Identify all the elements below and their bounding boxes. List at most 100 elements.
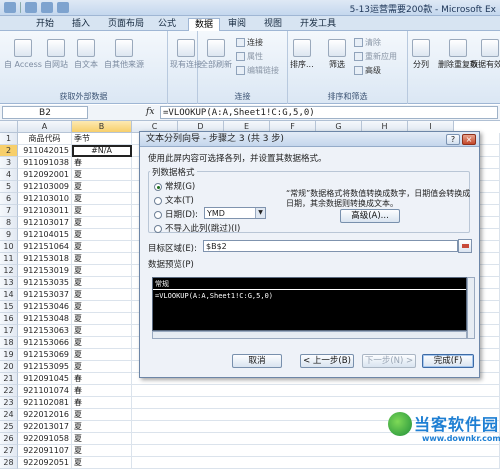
preview-horizontal-scrollbar[interactable] xyxy=(152,331,467,339)
row-header[interactable]: 1 xyxy=(0,133,18,145)
cell-product-code[interactable]: 912103011 xyxy=(18,205,72,217)
cell-season[interactable]: 夏 xyxy=(72,289,132,301)
cell-season[interactable]: 夏 xyxy=(72,217,132,229)
radio-skip-column[interactable]: 不导入此列(跳过)(I) xyxy=(154,222,240,234)
tab-data[interactable]: 数据 xyxy=(188,18,221,31)
row-header[interactable]: 24 xyxy=(0,409,18,421)
clear-button[interactable]: 清除 xyxy=(354,37,381,48)
column-header-b[interactable]: B xyxy=(72,121,132,133)
cell-season[interactable]: 夏 xyxy=(72,325,132,337)
cell-season[interactable]: 春 xyxy=(72,397,132,409)
row-header[interactable]: 7 xyxy=(0,205,18,217)
redo-icon[interactable] xyxy=(57,2,69,13)
cell-season[interactable]: 夏 xyxy=(72,229,132,241)
cell-season[interactable]: 春 xyxy=(72,157,132,169)
cell-season[interactable]: 夏 xyxy=(72,277,132,289)
cell-product-code[interactable]: 912153019 xyxy=(18,265,72,277)
cell-product-code[interactable]: 912153066 xyxy=(18,337,72,349)
row-header[interactable]: 5 xyxy=(0,181,18,193)
advanced-button[interactable]: 高级(A)... xyxy=(340,209,400,223)
row-header[interactable]: 28 xyxy=(0,457,18,469)
cell-empty[interactable] xyxy=(132,457,500,469)
undo-icon[interactable] xyxy=(41,2,53,13)
properties-button[interactable]: 属性 xyxy=(236,51,263,62)
tab-home[interactable]: 开始 xyxy=(30,18,60,31)
cell-product-code[interactable]: 912153035 xyxy=(18,277,72,289)
row-header[interactable]: 19 xyxy=(0,349,18,361)
cell-product-code[interactable]: 921101074 xyxy=(18,385,72,397)
radio-text[interactable]: 文本(T) xyxy=(154,194,194,206)
row-header[interactable]: 25 xyxy=(0,421,18,433)
cell-season[interactable]: 夏 xyxy=(72,193,132,205)
tab-review[interactable]: 审阅 xyxy=(222,18,252,31)
cell-season[interactable]: 夏 xyxy=(72,241,132,253)
row-header[interactable]: 21 xyxy=(0,373,18,385)
cell-season[interactable]: 夏 xyxy=(72,457,132,469)
row-header[interactable]: 10 xyxy=(0,241,18,253)
cell-product-code[interactable]: 922091107 xyxy=(18,445,72,457)
row-header[interactable]: 12 xyxy=(0,265,18,277)
tab-page-layout[interactable]: 页面布局 xyxy=(102,18,150,31)
row-header[interactable]: 18 xyxy=(0,337,18,349)
advanced-filter-button[interactable]: 高级 xyxy=(354,65,381,76)
row-header[interactable]: 26 xyxy=(0,433,18,445)
cell-empty[interactable] xyxy=(132,385,500,397)
from-access-button[interactable]: 自 Access xyxy=(4,39,42,70)
save-icon[interactable] xyxy=(25,2,37,13)
cell-product-code[interactable]: 912103010 xyxy=(18,193,72,205)
cell-season[interactable]: 夏 xyxy=(72,421,132,433)
cell-season[interactable]: 夏 xyxy=(72,433,132,445)
cell-season[interactable]: 夏 xyxy=(72,265,132,277)
cell-product-code[interactable]: 912103009 xyxy=(18,181,72,193)
destination-input[interactable]: $B$2 xyxy=(203,240,458,252)
filter-button[interactable]: 筛选 xyxy=(328,39,346,70)
active-cell[interactable]: #N/A xyxy=(72,145,132,157)
cell-product-code[interactable]: 912153048 xyxy=(18,313,72,325)
row-header[interactable]: 8 xyxy=(0,217,18,229)
name-box[interactable]: B2 xyxy=(2,106,88,119)
radio-general[interactable]: 常规(G) xyxy=(154,180,195,192)
cell-product-code[interactable]: 912151064 xyxy=(18,241,72,253)
tab-view[interactable]: 视图 xyxy=(258,18,288,31)
cell-product-code[interactable]: 912104015 xyxy=(18,229,72,241)
cell-season[interactable]: 夏 xyxy=(72,361,132,373)
cell-product-code[interactable]: 912091045 xyxy=(18,373,72,385)
next-button[interactable]: 下一步(N) > xyxy=(362,354,416,368)
insert-function-icon[interactable]: fx xyxy=(146,107,154,117)
cell-product-code[interactable]: 912092001 xyxy=(18,169,72,181)
cell-product-code[interactable]: 922012016 xyxy=(18,409,72,421)
cell-season[interactable]: 春 xyxy=(72,385,132,397)
cell-season[interactable]: 夏 xyxy=(72,253,132,265)
cell-season[interactable]: 夏 xyxy=(72,205,132,217)
finish-button[interactable]: 完成(F) xyxy=(422,354,474,368)
preview-column-header[interactable]: 常规 xyxy=(153,278,466,290)
refresh-all-button[interactable]: 全部刷新 xyxy=(200,39,232,70)
row-header[interactable]: 15 xyxy=(0,301,18,313)
cell-season[interactable]: 夏 xyxy=(72,409,132,421)
row-header[interactable]: 16 xyxy=(0,313,18,325)
cell-product-code[interactable]: 商品代码 xyxy=(18,133,72,145)
cell-empty[interactable] xyxy=(132,397,500,409)
tab-developer[interactable]: 开发工具 xyxy=(294,18,342,31)
cell-product-code[interactable]: 922013017 xyxy=(18,421,72,433)
cell-season[interactable]: 夏 xyxy=(72,337,132,349)
cell-season[interactable]: 夏 xyxy=(72,445,132,457)
row-header[interactable]: 3 xyxy=(0,157,18,169)
row-header[interactable]: 4 xyxy=(0,169,18,181)
data-preview[interactable]: 常规 =VLOOKUP(A:A,Sheet1!C:G,5,0) xyxy=(152,277,467,331)
cell-product-code[interactable]: 912153018 xyxy=(18,253,72,265)
cell-product-code[interactable]: 912153095 xyxy=(18,361,72,373)
from-text-button[interactable]: 自文本 xyxy=(74,39,98,70)
cell-season[interactable]: 春 xyxy=(72,373,132,385)
cell-product-code[interactable]: 912153037 xyxy=(18,289,72,301)
cell-product-code[interactable]: 912153046 xyxy=(18,301,72,313)
sort-button[interactable]: 排序... xyxy=(290,39,314,70)
cell-product-code[interactable]: 912103017 xyxy=(18,217,72,229)
back-button[interactable]: < 上一步(B) xyxy=(300,354,354,368)
column-header-a[interactable]: A xyxy=(18,121,72,133)
row-header[interactable]: 20 xyxy=(0,361,18,373)
cell-season[interactable]: 夏 xyxy=(72,301,132,313)
select-all-corner[interactable] xyxy=(0,121,18,133)
row-header[interactable]: 27 xyxy=(0,445,18,457)
cell-season[interactable]: 夏 xyxy=(72,181,132,193)
